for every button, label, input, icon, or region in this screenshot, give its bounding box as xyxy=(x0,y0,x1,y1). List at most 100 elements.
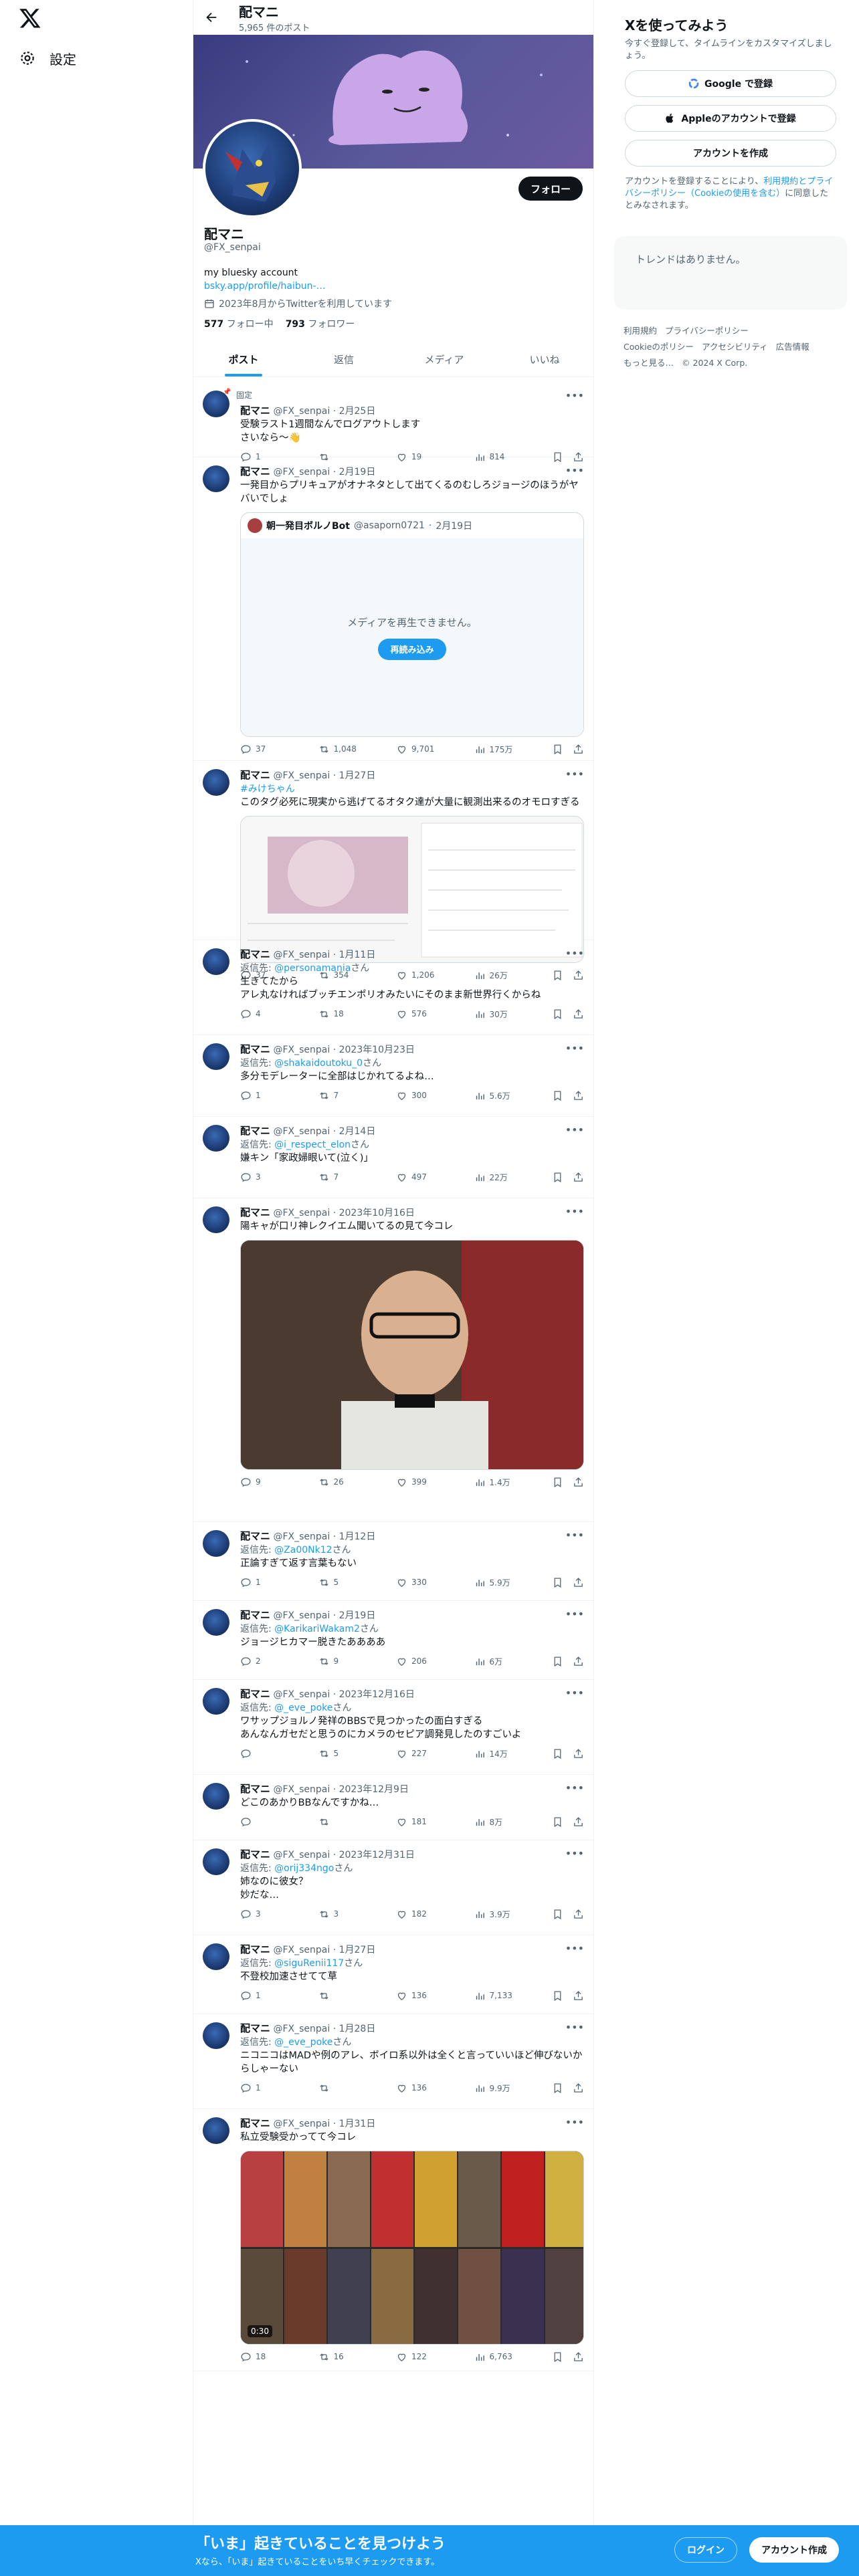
tweet-author[interactable]: 配マニ xyxy=(240,948,270,960)
more-icon[interactable]: ••• xyxy=(565,768,584,780)
tweet-date[interactable]: 2月19日 xyxy=(339,1610,376,1621)
tweet-avatar[interactable] xyxy=(203,1783,229,1810)
footer-link[interactable]: 広告情報 xyxy=(776,342,809,352)
video-collage[interactable]: 0:30 xyxy=(240,2151,584,2345)
tweet[interactable]: ••• 配マニ @FX_senpai · 2月14日 返信先: @i_respect… xyxy=(193,1117,595,1198)
follow-button[interactable]: フォロー xyxy=(518,177,583,201)
tab-media[interactable]: メディア xyxy=(394,342,494,377)
following-link[interactable]: 577 フォロー中 xyxy=(204,317,274,330)
tweet-avatar[interactable] xyxy=(203,1848,229,1875)
views-button[interactable]: 8万 xyxy=(474,1816,535,1828)
bookmark-icon[interactable] xyxy=(552,2351,563,2363)
bookmark-icon[interactable] xyxy=(552,1477,563,1488)
footer-more[interactable]: もっと見る… xyxy=(624,358,674,368)
tweet-author[interactable]: 配マニ xyxy=(240,1043,270,1055)
bookmark-icon[interactable] xyxy=(552,1172,563,1183)
tweet-avatar[interactable] xyxy=(203,1943,229,1970)
tweet-avatar[interactable] xyxy=(203,1043,229,1070)
views-button[interactable]: 1.4万 xyxy=(474,1477,535,1488)
share-icon[interactable] xyxy=(573,2082,584,2094)
reply-button[interactable]: 4 xyxy=(240,1008,300,1020)
footer-link[interactable]: プライバシーポリシー xyxy=(665,326,749,336)
retweet-button[interactable]: 3 xyxy=(318,1909,379,1920)
views-button[interactable]: 22万 xyxy=(474,1172,535,1183)
reply-handle[interactable]: @i_respect_elon xyxy=(274,1140,351,1150)
more-icon[interactable]: ••• xyxy=(565,1847,584,1860)
views-button[interactable]: 5.6万 xyxy=(474,1090,535,1101)
more-icon[interactable]: ••• xyxy=(565,1608,584,1620)
tweet-author[interactable]: 配マニ xyxy=(240,1943,270,1955)
tweet-author[interactable]: 配マニ xyxy=(240,1783,270,1795)
reply-button[interactable]: 3 xyxy=(240,1909,300,1920)
tweet-avatar[interactable] xyxy=(203,1609,229,1636)
tweet-author[interactable]: 配マニ xyxy=(240,465,270,477)
x-logo-icon[interactable] xyxy=(19,7,41,29)
tweet-date[interactable]: 2023年12月31日 xyxy=(339,1850,415,1860)
nav-settings[interactable]: 設定 xyxy=(19,47,76,70)
views-button[interactable]: 5.9万 xyxy=(474,1577,535,1588)
share-icon[interactable] xyxy=(573,1577,584,1588)
reply-button[interactable]: 1 xyxy=(240,1990,300,2002)
tweet[interactable]: ••• 配マニ @FX_senpai · 2023年10月16日 陽キャが口リ神レク… xyxy=(193,1198,595,1522)
retweet-button[interactable]: 16 xyxy=(318,2351,379,2363)
tweet-author[interactable]: 配マニ xyxy=(240,2022,270,2034)
more-icon[interactable]: ••• xyxy=(565,1782,584,1794)
tweet-avatar[interactable] xyxy=(203,948,229,975)
bookmark-icon[interactable] xyxy=(552,1748,563,1759)
tweet-author[interactable]: 配マニ xyxy=(240,1125,270,1137)
share-icon[interactable] xyxy=(573,1008,584,1020)
reply-handle[interactable]: @Za00Nk12 xyxy=(274,1545,332,1555)
tweet[interactable]: ••• 配マニ @FX_senpai · 1月31日 私立受験受かってて今コレ 0:3… xyxy=(193,2109,595,2371)
views-button[interactable]: 6,763 xyxy=(474,2351,535,2363)
like-button[interactable]: 497 xyxy=(396,1172,456,1183)
tweet[interactable]: ••• 配マニ @FX_senpai · 1月12日 返信先: @Za00Nk12さ… xyxy=(193,1522,595,1601)
bookmark-icon[interactable] xyxy=(552,1008,563,1020)
tweet-avatar[interactable] xyxy=(203,465,229,492)
tweet[interactable]: ••• 配マニ @FX_senpai · 1月27日 #みけちゃん このタグ必死に現実… xyxy=(193,761,595,980)
tweet[interactable]: ••• 配マニ @FX_senpai · 2023年12月9日 どこのあかりBBなん… xyxy=(193,1775,595,1840)
reply-button[interactable] xyxy=(240,1748,300,1759)
reply-button[interactable] xyxy=(240,1816,300,1828)
tweet-avatar[interactable] xyxy=(203,391,229,417)
more-icon[interactable]: ••• xyxy=(565,1529,584,1541)
tweet[interactable]: ••• 配マニ @FX_senpai · 2023年12月31日 返信先: @ori… xyxy=(193,1840,595,1935)
like-button[interactable]: 181 xyxy=(396,1816,456,1828)
tweet-avatar[interactable] xyxy=(203,1125,229,1152)
bio-link[interactable]: bsky.app/profile/haibun-… xyxy=(204,281,326,292)
share-icon[interactable] xyxy=(573,1172,584,1183)
reply-button[interactable]: 37 xyxy=(240,744,300,755)
retweet-button[interactable]: 7 xyxy=(318,1090,379,1101)
reply-button[interactable]: 9 xyxy=(240,1477,300,1488)
tweet-date[interactable]: 2月14日 xyxy=(339,1126,376,1137)
more-icon[interactable]: ••• xyxy=(565,1123,584,1136)
followers-link[interactable]: 793 フォロワー xyxy=(286,317,355,330)
share-icon[interactable] xyxy=(573,1909,584,1920)
profile-avatar[interactable] xyxy=(203,119,302,218)
google-signup-button[interactable]: Google で登録 xyxy=(625,70,836,97)
retweet-button[interactable]: 5 xyxy=(318,1748,379,1759)
reply-button[interactable]: 3 xyxy=(240,1172,300,1183)
views-button[interactable]: 3.9万 xyxy=(474,1909,535,1920)
reply-button[interactable]: 1 xyxy=(240,1577,300,1588)
bookmark-icon[interactable] xyxy=(552,1909,563,1920)
retweet-button[interactable]: 1,048 xyxy=(318,744,379,755)
tweet[interactable]: ••• 配マニ @FX_senpai · 2月19日 一発目からプリキュアがオナネタ… xyxy=(193,457,595,761)
share-icon[interactable] xyxy=(573,1656,584,1667)
share-icon[interactable] xyxy=(573,1477,584,1488)
bookmark-icon[interactable] xyxy=(552,1090,563,1101)
like-button[interactable]: 576 xyxy=(396,1008,456,1020)
share-icon[interactable] xyxy=(573,1990,584,2002)
bookmark-icon[interactable] xyxy=(552,1990,563,2002)
tweet-date[interactable]: 2023年10月16日 xyxy=(339,1208,415,1218)
tweet-author[interactable]: 配マニ xyxy=(240,1609,270,1621)
tweet-avatar[interactable] xyxy=(203,1530,229,1557)
footer-link[interactable]: Cookieのポリシー xyxy=(624,342,694,352)
more-icon[interactable]: ••• xyxy=(565,464,584,477)
reply-handle[interactable]: @personamania xyxy=(274,963,351,974)
back-arrow-icon[interactable] xyxy=(204,10,219,25)
tweet-author[interactable]: 配マニ xyxy=(240,1688,270,1700)
tweet-date[interactable]: 1月28日 xyxy=(339,2024,376,2034)
views-button[interactable]: 9.9万 xyxy=(474,2082,535,2094)
bookmark-icon[interactable] xyxy=(552,1816,563,1828)
retweet-button[interactable]: 18 xyxy=(318,1008,379,1020)
